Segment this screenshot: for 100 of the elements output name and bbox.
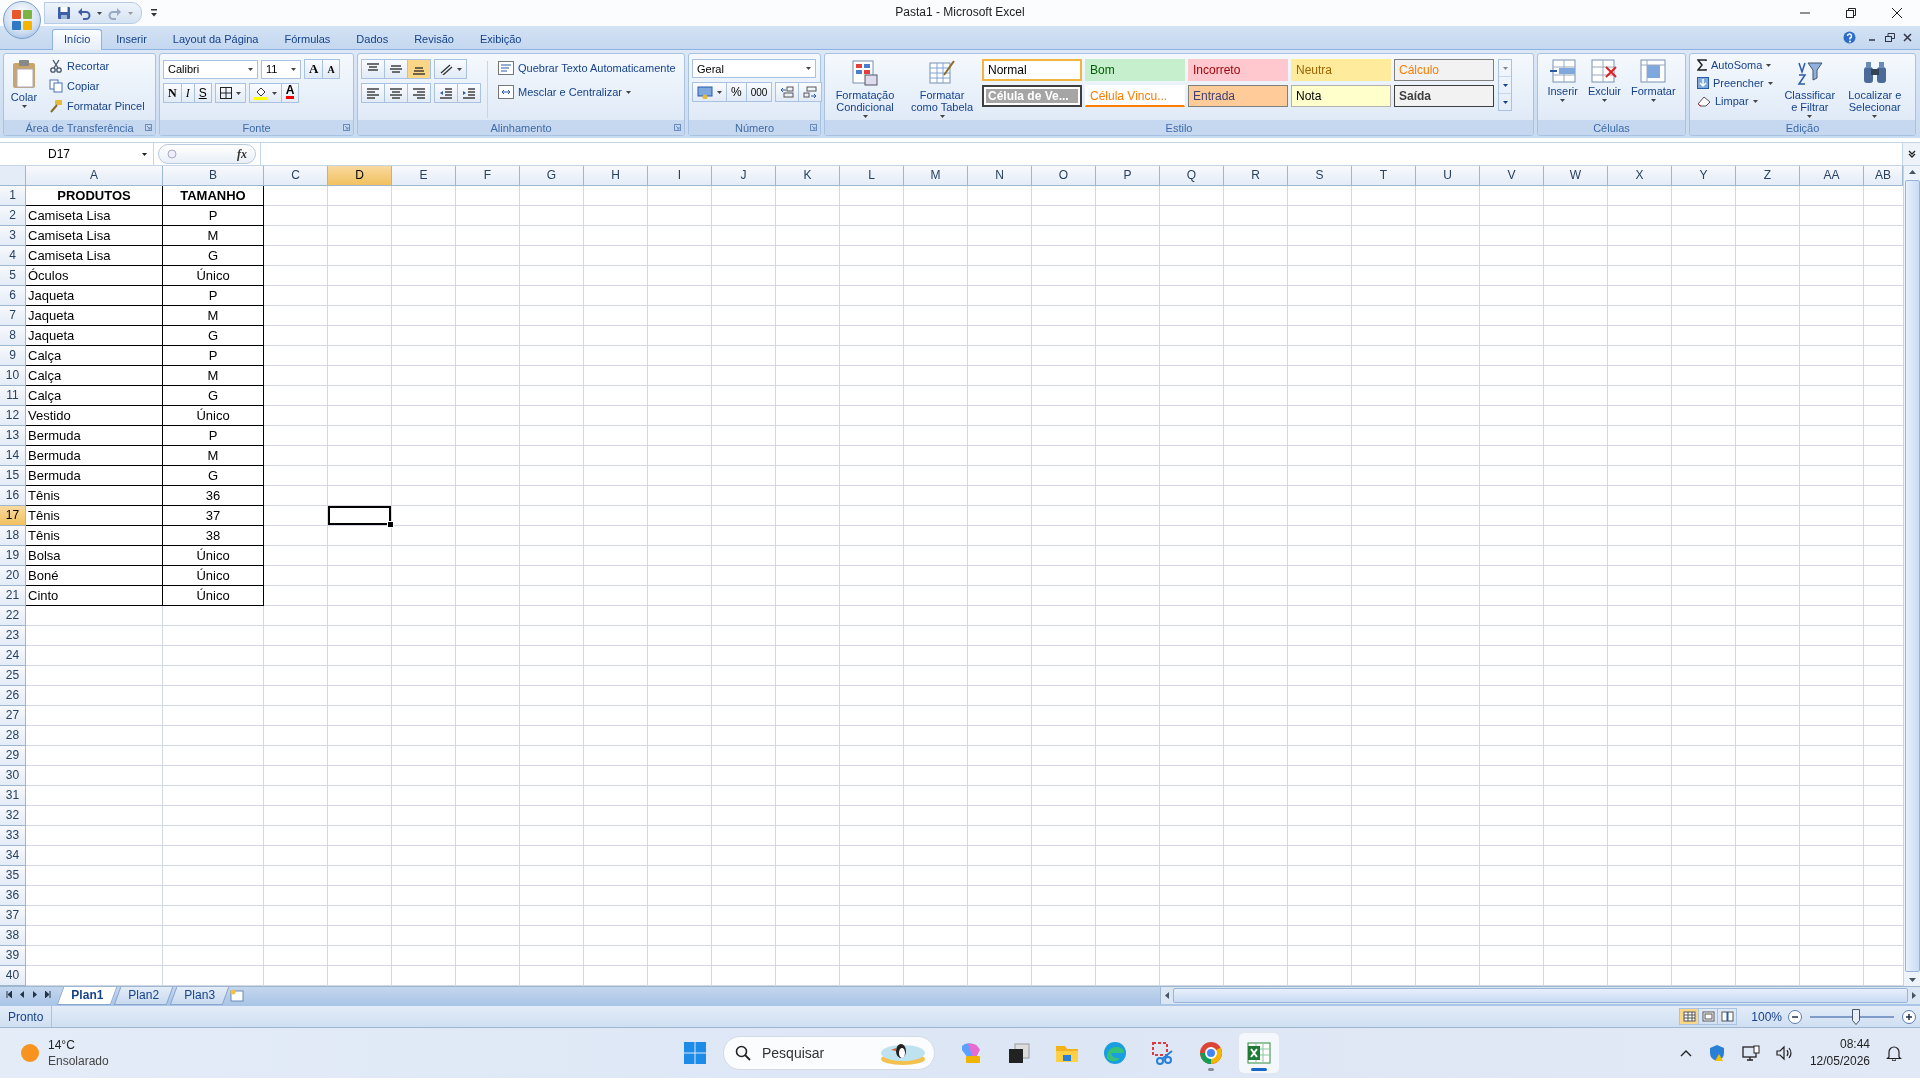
shrink-font-button[interactable]: A	[323, 59, 340, 79]
column-header[interactable]: C	[264, 166, 328, 186]
column-header[interactable]: X	[1608, 166, 1672, 186]
row-header[interactable]: 9	[0, 346, 26, 366]
cut-button[interactable]: Recortar	[45, 57, 149, 75]
view-button[interactable]	[1717, 1008, 1738, 1025]
row-header[interactable]: 25	[0, 666, 26, 686]
fill-button[interactable]: Preencher	[1693, 75, 1777, 91]
align-top-button[interactable]	[361, 59, 385, 79]
column-header[interactable]: AA	[1800, 166, 1864, 186]
column-header[interactable]: V	[1480, 166, 1544, 186]
row-header[interactable]: 11	[0, 386, 26, 406]
row-header[interactable]: 1	[0, 186, 26, 206]
cell-style-option[interactable]: Neutra	[1291, 59, 1391, 81]
row-header[interactable]: 27	[0, 706, 26, 726]
decrease-indent-button[interactable]	[434, 83, 458, 103]
align-middle-button[interactable]	[385, 59, 408, 79]
wrap-text-button[interactable]: Quebrar Texto Automaticamente	[494, 59, 680, 77]
column-header[interactable]: B	[163, 166, 264, 186]
align-center-button[interactable]	[385, 83, 408, 103]
grow-font-button[interactable]: A	[304, 59, 324, 79]
row-header[interactable]: 32	[0, 806, 26, 826]
format-painter-button[interactable]: Formatar Pincel	[45, 97, 149, 115]
column-header[interactable]: T	[1352, 166, 1416, 186]
increase-indent-button[interactable]	[458, 83, 481, 103]
row-header[interactable]: 36	[0, 886, 26, 906]
format-as-table-button[interactable]: Formatar como Tabela	[906, 57, 978, 120]
column-header[interactable]: Z	[1736, 166, 1800, 186]
align-bottom-button[interactable]	[408, 59, 431, 79]
expand-formula-button[interactable]	[1902, 143, 1920, 165]
column-header[interactable]: N	[968, 166, 1032, 186]
format-cells-button[interactable]: Formatar	[1627, 57, 1679, 120]
row-header[interactable]: 7	[0, 306, 26, 326]
cell-style-option[interactable]: Bom	[1085, 59, 1185, 81]
row-header[interactable]: 37	[0, 906, 26, 926]
row-header[interactable]: 30	[0, 766, 26, 786]
column-header[interactable]: Y	[1672, 166, 1736, 186]
gallery-scroll[interactable]	[1498, 59, 1512, 111]
view-button[interactable]	[1698, 1008, 1719, 1025]
row-header[interactable]: 3	[0, 226, 26, 246]
currency-button[interactable]	[692, 82, 727, 102]
paste-button[interactable]: Colar	[7, 57, 41, 120]
name-box[interactable]: D17	[0, 143, 154, 165]
font-name-dropdown[interactable]: Calibri	[163, 59, 258, 79]
zoom-out-button[interactable]	[1788, 1009, 1802, 1024]
column-header[interactable]: O	[1032, 166, 1096, 186]
ribbon-tab[interactable]: Layout da Página	[160, 29, 271, 49]
row-header[interactable]: 40	[0, 966, 26, 986]
taskbar-app[interactable]	[1239, 1033, 1279, 1073]
cell-style-option[interactable]: Saída	[1394, 85, 1494, 107]
row-header[interactable]: 33	[0, 826, 26, 846]
percent-button[interactable]: %	[727, 82, 747, 102]
row-header[interactable]: 14	[0, 446, 26, 466]
ribbon-tab[interactable]: Dados	[344, 29, 401, 49]
bold-button[interactable]: N	[163, 83, 182, 103]
increase-decimal-button[interactable]	[775, 82, 800, 102]
cell-style-option[interactable]: Entrada	[1188, 85, 1288, 107]
column-header[interactable]: S	[1288, 166, 1352, 186]
row-header[interactable]: 13	[0, 426, 26, 446]
row-header[interactable]: 24	[0, 646, 26, 666]
row-header[interactable]: 31	[0, 786, 26, 806]
column-header[interactable]: J	[712, 166, 776, 186]
cell-style-option[interactable]: Nota	[1291, 85, 1391, 107]
row-header[interactable]: 20	[0, 566, 26, 586]
fill-color-button[interactable]	[248, 83, 282, 103]
row-header[interactable]: 23	[0, 626, 26, 646]
borders-button[interactable]	[214, 83, 246, 103]
ribbon-tab[interactable]: Início	[52, 29, 103, 50]
font-size-dropdown[interactable]: 11	[261, 59, 301, 79]
column-header[interactable]: L	[840, 166, 904, 186]
column-header[interactable]: A	[26, 166, 163, 186]
row-header[interactable]: 26	[0, 686, 26, 706]
number-format-dropdown[interactable]: Geral	[692, 59, 816, 78]
column-header[interactable]: R	[1224, 166, 1288, 186]
thousands-button[interactable]: 000	[746, 82, 773, 102]
row-header[interactable]: 2	[0, 206, 26, 226]
horizontal-scrollbar[interactable]	[1160, 987, 1920, 1004]
sheet-tab[interactable]: Plan3	[169, 987, 229, 1005]
column-header[interactable]: I	[648, 166, 712, 186]
merge-center-button[interactable]: Mesclar e Centralizar	[494, 83, 680, 101]
decrease-decimal-button[interactable]	[799, 82, 823, 102]
insert-function-button[interactable]: fx	[158, 144, 256, 164]
row-header[interactable]: 17	[0, 506, 26, 526]
row-header[interactable]: 5	[0, 266, 26, 286]
row-header[interactable]: 4	[0, 246, 26, 266]
ribbon-tab[interactable]: Fórmulas	[272, 29, 343, 49]
row-header[interactable]: 8	[0, 326, 26, 346]
row-header[interactable]: 18	[0, 526, 26, 546]
ribbon-tab[interactable]: Exibição	[467, 29, 534, 49]
column-header[interactable]: F	[456, 166, 520, 186]
column-header[interactable]: D	[328, 166, 392, 186]
clear-button[interactable]: Limpar	[1693, 93, 1777, 109]
ribbon-tab[interactable]: Inserir	[104, 29, 159, 49]
column-header[interactable]: P	[1096, 166, 1160, 186]
row-header[interactable]: 12	[0, 406, 26, 426]
selected-cell[interactable]	[328, 506, 392, 526]
column-header[interactable]: Q	[1160, 166, 1224, 186]
column-header[interactable]: W	[1544, 166, 1608, 186]
cell-style-option[interactable]: Incorreto	[1188, 59, 1288, 81]
sheet-tab[interactable]: Plan2	[113, 987, 173, 1005]
